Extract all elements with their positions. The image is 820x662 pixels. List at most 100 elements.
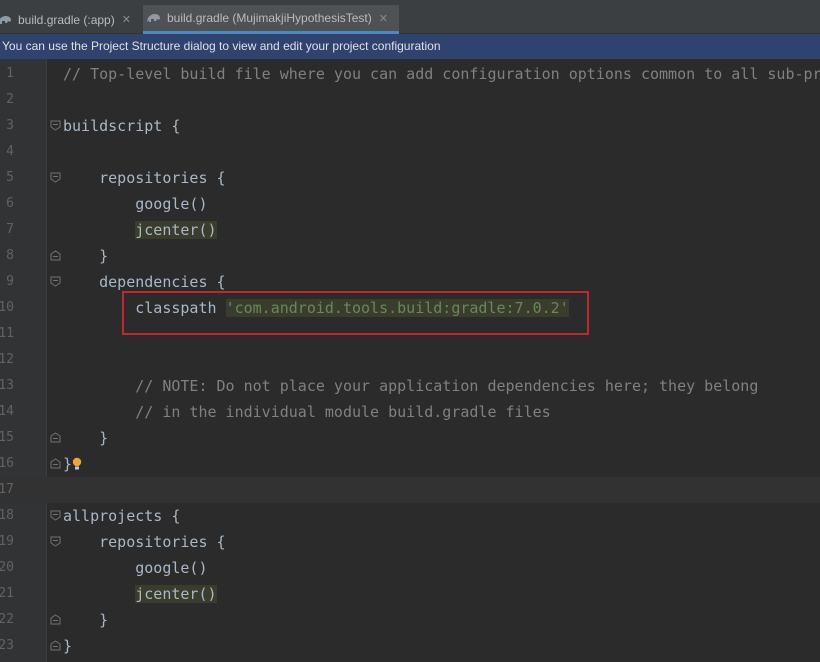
line-number: 13 (0, 378, 14, 393)
fold-marker-icon[interactable] (50, 536, 61, 547)
line-number: 17 (0, 482, 14, 497)
code-token: } (63, 247, 109, 265)
tab-build-gradle-project[interactable]: build.gradle (MujimakjiHypothesisTest) ✕ (143, 5, 399, 34)
code-line[interactable]: 12 (0, 347, 820, 373)
fold-marker-icon[interactable] (50, 120, 61, 131)
project-structure-notification[interactable]: You can use the Project Structure dialog… (0, 34, 820, 59)
code-line[interactable]: 22 } (0, 607, 820, 633)
line-number: 23 (0, 638, 14, 653)
code-text: repositories { (63, 529, 226, 555)
code-line[interactable]: 17 (0, 477, 820, 503)
line-number: 2 (6, 92, 14, 107)
code-editor[interactable]: 1 // Top-level build file where you can a… (0, 59, 820, 662)
close-icon[interactable]: ✕ (379, 12, 388, 25)
code-text: classpath 'com.android.tools.build:gradl… (63, 295, 569, 321)
editor-tab-bar: build.gradle (:app) ✕ build.gradle (Muji… (0, 0, 820, 34)
tab-build-gradle-app[interactable]: build.gradle (:app) ✕ (0, 5, 140, 34)
line-number: 19 (0, 534, 14, 549)
line-number: 3 (6, 118, 14, 133)
line-number: 11 (0, 326, 14, 341)
line-number: 8 (6, 248, 14, 263)
line-number: 22 (0, 612, 14, 627)
fold-marker-icon[interactable] (50, 510, 61, 521)
code-token: buildscript { (63, 117, 181, 135)
notification-text: You can use the Project Structure dialog… (2, 39, 441, 53)
code-line[interactable]: 21 jcenter() (0, 581, 820, 607)
code-token: classpath (63, 299, 226, 317)
code-line[interactable]: 13 // NOTE: Do not place your applicatio… (0, 373, 820, 399)
code-text: allprojects { (63, 503, 180, 529)
fold-marker-icon[interactable] (50, 172, 61, 183)
code-line[interactable]: 18 allprojects { (0, 503, 820, 529)
code-text: // in the individual module build.gradle… (63, 399, 551, 425)
code-text: buildscript { (63, 113, 180, 139)
line-number: 10 (0, 300, 14, 315)
code-line[interactable]: 6 google() (0, 191, 820, 217)
code-line[interactable]: 2 (0, 87, 820, 113)
code-text: // Top-level build file where you can ad… (63, 61, 820, 87)
lightbulb-icon[interactable] (72, 457, 82, 471)
code-text: } (63, 607, 108, 633)
fold-marker-icon[interactable] (50, 276, 61, 287)
code-line[interactable]: 9 dependencies { (0, 269, 820, 295)
code-token: } (63, 455, 73, 473)
line-number: 6 (6, 196, 14, 211)
deprecated-call-token: jcenter() (135, 585, 217, 603)
line-number: 12 (0, 352, 14, 367)
fold-marker-icon[interactable] (50, 432, 61, 443)
code-token: } (63, 637, 73, 655)
code-token: repositories { (63, 169, 226, 187)
line-number: 14 (0, 404, 14, 419)
fold-marker-icon[interactable] (50, 614, 61, 625)
line-number: 9 (6, 274, 14, 289)
code-text: } (63, 633, 72, 659)
code-text: repositories { (63, 165, 226, 191)
code-text: google() (63, 191, 208, 217)
line-number: 1 (6, 66, 14, 81)
fold-marker-icon[interactable] (50, 640, 61, 651)
line-number: 15 (0, 430, 14, 445)
code-line[interactable]: 19 repositories { (0, 529, 820, 555)
tab-label: build.gradle (:app) (18, 12, 115, 27)
code-token: dependencies { (63, 273, 226, 291)
code-line[interactable]: 14 // in the individual module build.gra… (0, 399, 820, 425)
code-token: google() (63, 195, 208, 213)
code-comment: // in the individual module build.gradle… (63, 403, 551, 421)
code-line[interactable]: 3 buildscript { (0, 113, 820, 139)
code-text: jcenter() (63, 217, 217, 243)
line-number: 5 (6, 170, 14, 185)
code-line[interactable]: 8 } (0, 243, 820, 269)
gradle-icon (147, 14, 160, 22)
deprecated-call-token: jcenter() (135, 221, 217, 239)
line-number: 4 (6, 144, 14, 159)
fold-marker-icon[interactable] (50, 458, 61, 469)
gradle-icon (0, 15, 11, 24)
code-line[interactable]: 10 classpath 'com.android.tools.build:gr… (0, 295, 820, 321)
code-line[interactable]: 1 // Top-level build file where you can a… (0, 61, 820, 87)
line-number: 21 (0, 586, 14, 601)
code-token: repositories { (63, 533, 226, 551)
code-line[interactable]: 7 jcenter() (0, 217, 820, 243)
code-line[interactable]: 16} (0, 451, 820, 477)
code-line[interactable]: 11 (0, 321, 820, 347)
string-literal: 'com.android.tools.build:gradle:7.0.2' (225, 299, 569, 317)
code-text: dependencies { (63, 269, 226, 295)
code-text: } (63, 243, 108, 269)
code-token: google() (63, 559, 208, 577)
code-text: } (63, 425, 108, 451)
code-line[interactable]: 15 } (0, 425, 820, 451)
code-token: } (63, 429, 109, 447)
code-line[interactable]: 5 repositories { (0, 165, 820, 191)
tab-label: build.gradle (MujimakjiHypothesisTest) (167, 11, 372, 25)
code-line[interactable]: 20 google() (0, 555, 820, 581)
line-number: 16 (0, 456, 14, 471)
close-icon[interactable]: ✕ (122, 13, 131, 26)
fold-marker-icon[interactable] (50, 250, 61, 261)
code-text: google() (63, 555, 208, 581)
line-number: 7 (6, 222, 14, 237)
code-line[interactable]: 4 (0, 139, 820, 165)
code-text: // NOTE: Do not place your application d… (63, 373, 758, 399)
code-line[interactable]: 23} (0, 633, 820, 659)
line-number: 18 (0, 508, 14, 523)
code-token: allprojects { (63, 507, 181, 525)
